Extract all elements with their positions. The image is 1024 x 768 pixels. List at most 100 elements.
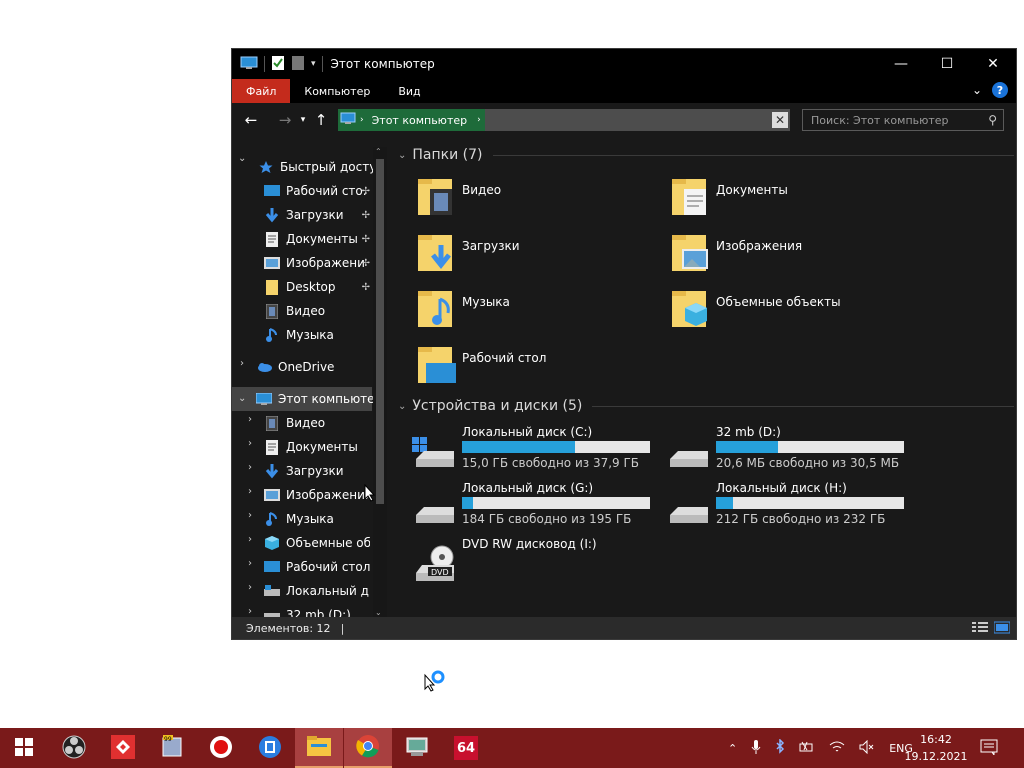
- folder-label: Рабочий стол: [462, 351, 547, 365]
- pin-icon[interactable]: ✢: [362, 282, 370, 293]
- close-button[interactable]: ✕: [970, 49, 1016, 79]
- expand-ribbon-icon[interactable]: ⌄: [972, 83, 982, 97]
- taskbar-aida64[interactable]: 64: [442, 728, 490, 768]
- taskbar-video-editor[interactable]: [246, 728, 294, 768]
- nav-item-pictures[interactable]: Изображени ✢: [264, 251, 370, 275]
- nav-pc-video[interactable]: Видео: [264, 411, 370, 435]
- nav-scrollbar[interactable]: ⌃ ⌄: [373, 147, 387, 617]
- folder-video[interactable]: Видео: [416, 175, 501, 217]
- details-view-icon[interactable]: [972, 621, 988, 637]
- clear-address-button[interactable]: ✕: [772, 112, 788, 128]
- scrollbar-thumb[interactable]: [376, 159, 384, 504]
- folders-section-header[interactable]: ⌄ Папки (7): [398, 147, 1014, 163]
- folder-3d-objects[interactable]: Объемные объекты: [670, 287, 841, 329]
- qat-dropdown-icon[interactable]: ▾: [311, 59, 316, 69]
- expand-chevron-icon[interactable]: ›: [248, 558, 252, 569]
- taskbar-app-red[interactable]: [99, 728, 147, 768]
- address-bar[interactable]: › Этот компьютер › ✕: [338, 109, 790, 131]
- forward-button[interactable]: →: [274, 111, 296, 129]
- tab-computer[interactable]: Компьютер: [290, 79, 384, 103]
- drives-section-header[interactable]: ⌄ Устройства и диски (5): [398, 398, 1014, 414]
- maximize-button[interactable]: ☐: [924, 49, 970, 79]
- recent-locations-button[interactable]: ▾: [296, 115, 310, 125]
- action-center-button[interactable]: [980, 728, 998, 768]
- nav-pc-drive-d[interactable]: 32 mb (D:): [264, 603, 370, 617]
- scroll-down-icon[interactable]: ⌄: [375, 608, 382, 617]
- folder-label: Объемные объекты: [716, 295, 841, 309]
- minimize-button[interactable]: —: [878, 49, 924, 79]
- help-icon[interactable]: ?: [992, 82, 1008, 98]
- nav-pc-local-disk[interactable]: Локальный дис: [264, 579, 370, 603]
- pin-icon[interactable]: ✢: [362, 186, 370, 197]
- title-bar[interactable]: ▾ Этот компьютер — ☐ ✕: [232, 49, 1016, 79]
- nav-item-music[interactable]: Музыка: [264, 323, 370, 347]
- show-hidden-icons-icon[interactable]: ⌃: [728, 742, 737, 755]
- clock[interactable]: 16:42 19.12.2021: [905, 728, 968, 768]
- drive-dvd[interactable]: DVD DVD RW дисковод (I:): [412, 537, 662, 587]
- expand-chevron-icon[interactable]: ›: [248, 414, 252, 425]
- folder-downloads[interactable]: Загрузки: [416, 231, 520, 273]
- volume-muted-icon[interactable]: [859, 739, 875, 757]
- tab-view[interactable]: Вид: [384, 79, 434, 103]
- back-button[interactable]: ←: [240, 111, 262, 129]
- nav-pc-music[interactable]: Музыка: [264, 507, 370, 531]
- nav-label: Локальный дис: [286, 584, 370, 598]
- drive-h[interactable]: Локальный диск (H:) 212 ГБ свободно из 2…: [666, 481, 916, 531]
- drive-d[interactable]: 32 mb (D:) 20,6 МБ свободно из 30,5 МБ: [666, 425, 916, 475]
- nav-item-desktop-folder[interactable]: Desktop ✢: [264, 275, 370, 299]
- nav-onedrive[interactable]: OneDrive: [256, 355, 376, 379]
- taskbar-recorder[interactable]: [197, 728, 245, 768]
- drive-c[interactable]: Локальный диск (C:) 15,0 ГБ свободно из …: [412, 425, 662, 475]
- folder-pictures[interactable]: Изображения: [670, 231, 802, 273]
- nav-item-downloads[interactable]: Загрузки ✢: [264, 203, 370, 227]
- collapse-chevron-icon[interactable]: ⌄: [238, 393, 246, 404]
- expand-chevron-icon[interactable]: ›: [240, 358, 244, 369]
- start-button[interactable]: [0, 728, 48, 768]
- nav-item-desktop[interactable]: Рабочий сто. ✢: [264, 179, 370, 203]
- taskbar-explorer[interactable]: [295, 728, 343, 768]
- nav-quick-access[interactable]: Быстрый доступ: [258, 155, 378, 179]
- properties-icon[interactable]: [271, 55, 285, 74]
- wifi-icon[interactable]: [829, 740, 845, 757]
- taskbar-notepad[interactable]: 99: [148, 728, 196, 768]
- expand-chevron-icon[interactable]: ›: [248, 462, 252, 473]
- pin-icon[interactable]: ✢: [362, 258, 370, 269]
- microphone-icon[interactable]: [751, 739, 761, 758]
- expand-chevron-icon[interactable]: ›: [248, 510, 252, 521]
- pin-icon[interactable]: ✢: [362, 210, 370, 221]
- drive-usage-fill: [462, 441, 575, 453]
- folder-documents[interactable]: Документы: [670, 175, 788, 217]
- pin-icon[interactable]: ✢: [362, 234, 370, 245]
- nav-this-pc[interactable]: Этот компьютер: [256, 387, 376, 411]
- folder-desktop[interactable]: Рабочий стол: [416, 343, 546, 385]
- expand-chevron-icon[interactable]: ›: [248, 534, 252, 545]
- expand-chevron-icon[interactable]: ›: [248, 606, 252, 617]
- tiles-view-icon[interactable]: [993, 621, 1011, 637]
- nav-pc-documents[interactable]: Документы: [264, 435, 370, 459]
- folder-music[interactable]: Музыка: [416, 287, 510, 329]
- tab-file[interactable]: Файл: [232, 79, 291, 103]
- 3d-objects-icon: [264, 535, 280, 551]
- expand-chevron-icon[interactable]: ›: [248, 438, 252, 449]
- up-button[interactable]: ↑: [310, 111, 332, 129]
- nav-pc-downloads[interactable]: Загрузки: [264, 459, 370, 483]
- nav-item-documents[interactable]: Документы ✢: [264, 227, 370, 251]
- power-icon[interactable]: [799, 740, 815, 757]
- search-input[interactable]: Поиск: Этот компьютер ⚲: [802, 109, 1004, 131]
- expand-chevron-icon[interactable]: ›: [248, 582, 252, 593]
- svg-text:99: 99: [164, 736, 172, 743]
- collapse-chevron-icon[interactable]: ⌄: [238, 153, 246, 164]
- bluetooth-icon[interactable]: [775, 737, 785, 758]
- expand-chevron-icon[interactable]: ›: [248, 486, 252, 497]
- nav-item-video[interactable]: Видео: [264, 299, 370, 323]
- taskbar-control-panel[interactable]: [393, 728, 441, 768]
- taskbar-obs[interactable]: [50, 728, 98, 768]
- nav-pc-desktop[interactable]: Рабочий стол: [264, 555, 370, 579]
- nav-label: Рабочий сто.: [286, 184, 367, 198]
- nav-pc-3d-objects[interactable]: Объемные объ: [264, 531, 370, 555]
- scroll-up-icon[interactable]: ⌃: [375, 147, 382, 156]
- new-folder-icon[interactable]: [291, 55, 305, 74]
- drive-g[interactable]: Локальный диск (G:) 184 ГБ свободно из 1…: [412, 481, 662, 531]
- nav-pc-pictures[interactable]: Изображения: [264, 483, 370, 507]
- taskbar-chrome[interactable]: [344, 728, 392, 768]
